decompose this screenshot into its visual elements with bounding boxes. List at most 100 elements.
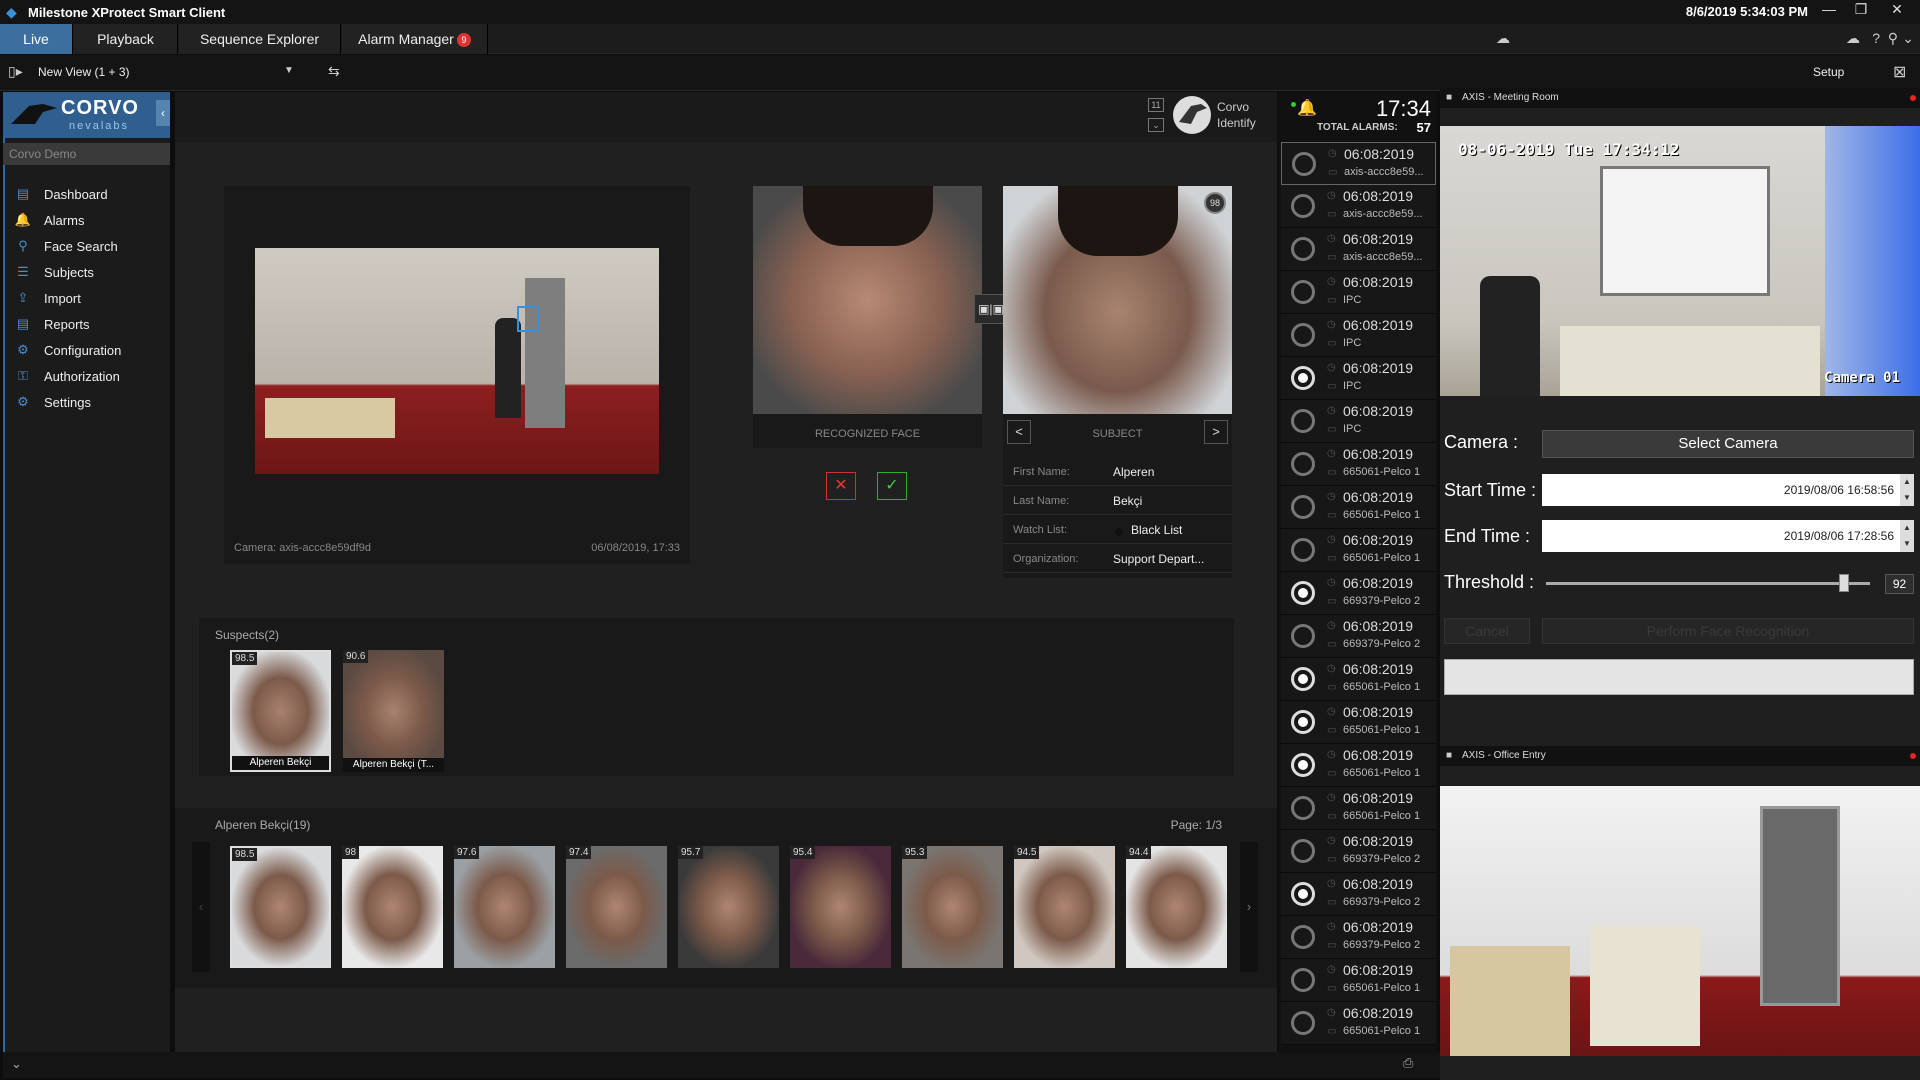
gallery-thumbnail[interactable]: 94.5 <box>1014 846 1115 968</box>
alarm-list-item[interactable]: ◷ ▭ 06:08:2019 axis-accc8e59... <box>1281 228 1436 271</box>
end-time-label: End Time : <box>1444 526 1531 546</box>
gallery-thumbnail[interactable]: 95.7 <box>678 846 779 968</box>
expand-down-icon[interactable]: ⌄ <box>11 1056 22 1072</box>
sidebar-item-alarms[interactable]: 🔔 Alarms <box>14 209 164 231</box>
start-time-spinner[interactable]: ▲ ▼ <box>1900 474 1914 506</box>
swap-view-icon[interactable]: ⇆ <box>328 63 340 80</box>
sidebar-item-authorization[interactable]: ⚿ Authorization <box>14 365 164 387</box>
cancel-button[interactable]: Cancel <box>1444 618 1530 644</box>
sidebar-item-settings[interactable]: ⚙ Settings <box>14 391 164 413</box>
alarm-list-item[interactable]: ◷ ▭ 06:08:2019 669379-Pelco 2 <box>1281 830 1436 873</box>
end-time-input[interactable]: 2019/08/06 17:28:56 <box>1542 520 1900 552</box>
network-icon[interactable]: ☁ <box>1496 30 1510 47</box>
sidebar-item-face-search[interactable]: ⚲ Face Search <box>14 235 164 257</box>
alarm-camera: axis-accc8e59... <box>1343 251 1423 263</box>
cloud-icon[interactable]: ☁ <box>1846 30 1860 47</box>
alarm-list-item[interactable]: ◷ ▭ 06:08:2019 665061-Pelco 1 <box>1281 701 1436 744</box>
detection-snapshot[interactable] <box>255 248 659 474</box>
camera-icon: ▭ <box>1327 1026 1337 1037</box>
collapse-sidebar-button[interactable]: ‹ <box>156 100 170 126</box>
clock-datetime: 8/6/2019 5:34:03 PM <box>1685 4 1808 19</box>
threshold-slider-handle[interactable] <box>1839 574 1850 592</box>
threshold-slider-track[interactable] <box>1546 582 1870 585</box>
alarm-list-item[interactable]: ◷ ▭ 06:08:2019 665061-Pelco 1 <box>1281 443 1436 486</box>
gallery-thumbnail[interactable]: 97.4 <box>566 846 667 968</box>
alarm-list-item[interactable]: ◷ ▭ 06:08:2019 665061-Pelco 1 <box>1281 959 1436 1002</box>
restore-icon[interactable]: ❐ <box>1846 1 1876 18</box>
alarm-camera: 665061-Pelco 1 <box>1343 552 1421 564</box>
alarm-list-item[interactable]: ◷ ▭ 06:08:2019 axis-accc8e59... <box>1281 185 1436 228</box>
sidebar-item-reports[interactable]: ▤ Reports <box>14 313 164 335</box>
gallery-prev-button[interactable]: ‹ <box>192 842 210 972</box>
sidebar-item-configuration[interactable]: ⚙ Configuration <box>14 339 164 361</box>
gallery-score: 97.4 <box>566 846 592 859</box>
threshold-label: Threshold : <box>1444 572 1535 592</box>
gallery-thumbnail[interactable]: 94.4 <box>1126 846 1227 968</box>
clock-icon: ◷ <box>1327 190 1336 201</box>
alarm-list-item[interactable]: ◷ ▭ 06:08:2019 669379-Pelco 2 <box>1281 572 1436 615</box>
view-panel-toggle-icon[interactable]: ▯▸ <box>8 63 23 80</box>
camera-top-feed[interactable]: 08-06-2019 Tue 17:34:12 Camera 01 <box>1440 126 1920 396</box>
select-camera-button[interactable]: Select Camera <box>1542 430 1914 458</box>
clock-icon: ◷ <box>1327 233 1336 244</box>
camera-icon: ▭ <box>1327 381 1337 392</box>
alarm-list-item[interactable]: ◷ ▭ 06:08:2019 axis-accc8e59... <box>1281 142 1436 185</box>
tab-sequence-explorer[interactable]: Sequence Explorer <box>179 24 341 54</box>
tab-alarm-manager[interactable]: Alarm Manager 9 <box>342 24 488 54</box>
sidebar-item-dashboard[interactable]: ▤ Dashboard <box>14 183 164 205</box>
alarm-list-item[interactable]: ◷ ▭ 06:08:2019 669379-Pelco 2 <box>1281 873 1436 916</box>
gallery-thumbnail[interactable]: 98 <box>342 846 443 968</box>
chevron-down-icon[interactable]: ⌄ <box>1902 30 1914 47</box>
alarm-status-icon <box>1291 753 1315 777</box>
close-icon[interactable]: ✕ <box>1882 1 1912 18</box>
help-icon[interactable]: ? <box>1872 30 1880 46</box>
pin-icon[interactable]: ⚲ <box>1888 30 1898 47</box>
end-time-spinner[interactable]: ▲ ▼ <box>1900 520 1914 552</box>
tab-playback[interactable]: Playback <box>74 24 178 54</box>
alarm-list-item[interactable]: ◷ ▭ 06:08:2019 665061-Pelco 1 <box>1281 1002 1436 1045</box>
alarm-list-item[interactable]: ◷ ▭ 06:08:2019 665061-Pelco 1 <box>1281 529 1436 572</box>
gallery-thumbnail[interactable]: 95.4 <box>790 846 891 968</box>
minimize-icon[interactable]: — <box>1814 1 1844 17</box>
alarm-list-item[interactable]: ◷ ▭ 06:08:2019 665061-Pelco 1 <box>1281 658 1436 701</box>
gallery-thumbnail[interactable]: 97.6 <box>454 846 555 968</box>
suspect-thumbnail[interactable]: 90.6 Alperen Bekçi (T... <box>343 650 444 772</box>
sidebar-item-label: Settings <box>44 394 91 410</box>
view-selector[interactable]: New View (1 + 3) <box>38 65 129 79</box>
recognized-face-image[interactable] <box>753 186 982 414</box>
view-dropdown-icon[interactable]: ▼ <box>284 65 294 76</box>
confirm-button[interactable]: ✓ <box>877 472 907 500</box>
setup-button[interactable]: Setup <box>1813 65 1844 79</box>
alarm-list-item[interactable]: ◷ ▭ 06:08:2019 IPC <box>1281 271 1436 314</box>
alarm-list-item[interactable]: ◷ ▭ 06:08:2019 669379-Pelco 2 <box>1281 615 1436 658</box>
gallery-next-button[interactable]: › <box>1240 842 1258 972</box>
reject-button[interactable]: ✕ <box>826 472 856 500</box>
alarm-list-item[interactable]: ◷ ▭ 06:08:2019 IPC <box>1281 400 1436 443</box>
alarm-list-item[interactable]: ◷ ▭ 06:08:2019 665061-Pelco 1 <box>1281 787 1436 830</box>
expand-icon[interactable]: ⌄ <box>1148 118 1164 132</box>
alarm-camera: IPC <box>1343 423 1362 435</box>
sidebar-item-subjects[interactable]: ☰ Subjects <box>14 261 164 283</box>
start-time-input[interactable]: 2019/08/06 16:58:56 <box>1542 474 1900 506</box>
tab-live[interactable]: Live <box>0 24 73 54</box>
alarm-status-icon <box>1291 1011 1315 1035</box>
alarm-date: 06:08:2019 <box>1343 403 1414 419</box>
clock-icon: ◷ <box>1327 362 1336 373</box>
alarm-list-item[interactable]: ◷ ▭ 06:08:2019 IPC <box>1281 357 1436 400</box>
gallery-thumbnail[interactable]: 95.3 <box>902 846 1003 968</box>
suspect-thumbnail[interactable]: 98.5 Alperen Bekçi <box>230 650 331 772</box>
gallery-thumbnail[interactable]: 98.5 <box>230 846 331 968</box>
sidebar-item-import[interactable]: ⇪ Import <box>14 287 164 309</box>
fullscreen-icon[interactable]: ⊠ <box>1893 62 1906 82</box>
alarm-list-item[interactable]: ◷ ▭ 06:08:2019 IPC <box>1281 314 1436 357</box>
subject-next-button[interactable]: > <box>1204 420 1228 444</box>
perform-face-recognition-button[interactable]: Perform Face Recognition <box>1542 618 1914 644</box>
printer-icon[interactable]: ⎙ <box>1403 1055 1413 1071</box>
alarm-list-item[interactable]: ◷ ▭ 06:08:2019 665061-Pelco 1 <box>1281 744 1436 787</box>
alarm-list-item[interactable]: ◷ ▭ 06:08:2019 669379-Pelco 2 <box>1281 916 1436 959</box>
subject-face-image[interactable]: 98 <box>1003 186 1232 414</box>
alarm-date: 06:08:2019 <box>1343 661 1414 677</box>
camera-bottom-feed[interactable] <box>1440 786 1920 1056</box>
alarm-list-item[interactable]: ◷ ▭ 06:08:2019 665061-Pelco 1 <box>1281 486 1436 529</box>
gallery-score: 94.4 <box>1126 846 1152 859</box>
